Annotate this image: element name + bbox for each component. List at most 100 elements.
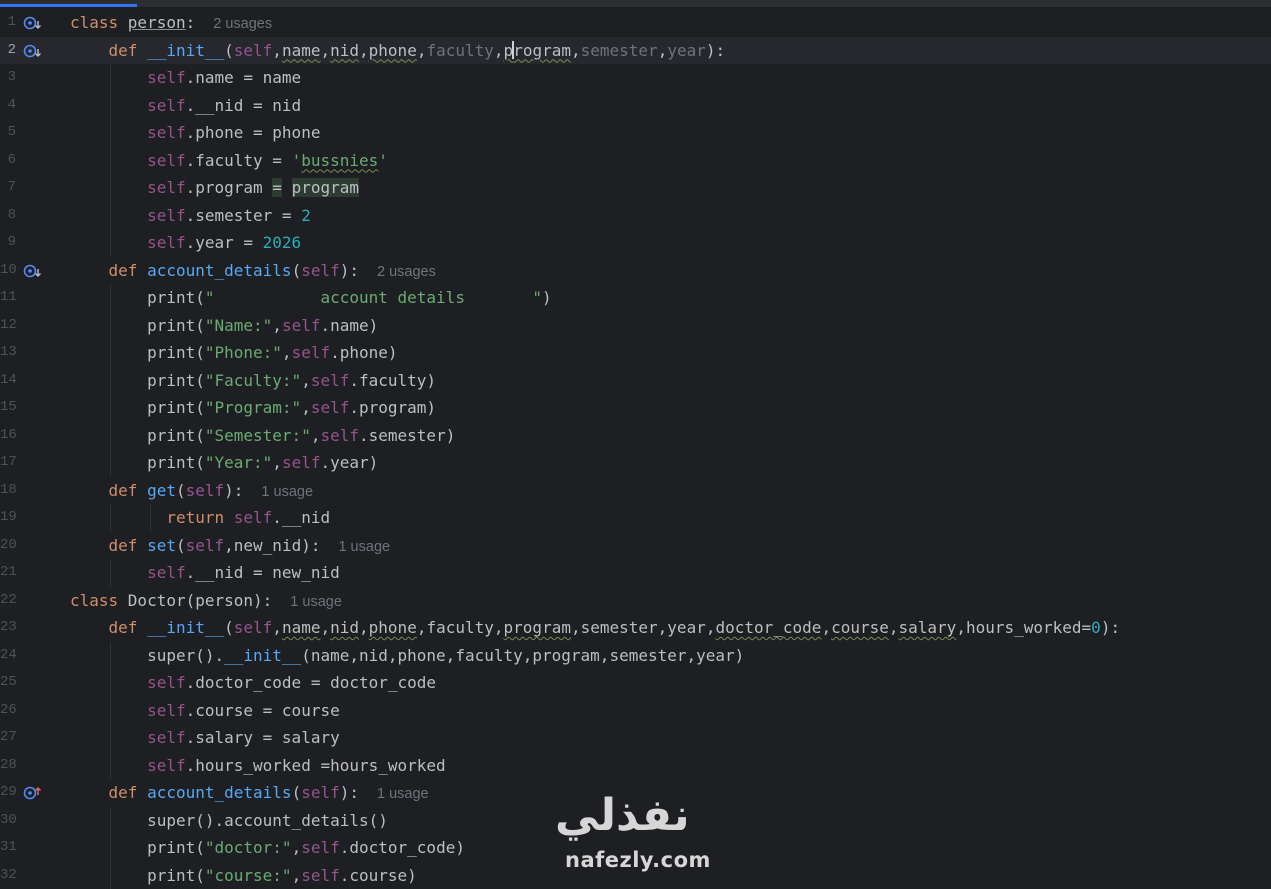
overridden-method-icon[interactable] xyxy=(23,15,41,31)
code-text[interactable]: self.program = program xyxy=(70,174,359,202)
code-token: phone xyxy=(369,618,417,637)
usages-hint[interactable]: 2 usages xyxy=(195,16,272,32)
code-text[interactable]: print(" account details ") xyxy=(70,284,552,312)
code-line[interactable]: 17 print("Year:",self.year) xyxy=(0,449,1271,477)
code-text[interactable]: def account_details(self):2 usages xyxy=(70,257,436,287)
code-line[interactable]: 5 self.phone = phone xyxy=(0,119,1271,147)
code-text[interactable]: self.year = 2026 xyxy=(70,229,301,257)
code-token: , xyxy=(658,41,668,60)
code-token xyxy=(70,398,147,417)
code-text[interactable]: self.__nid = nid xyxy=(70,92,301,120)
code-line[interactable]: 18 def get(self):1 usage xyxy=(0,477,1271,505)
code-text[interactable]: self.salary = salary xyxy=(70,724,340,752)
code-text[interactable]: print("Year:",self.year) xyxy=(70,449,378,477)
code-text[interactable]: print("doctor:",self.doctor_code) xyxy=(70,834,465,862)
code-text[interactable]: print("Semester:",self.semester) xyxy=(70,422,455,450)
code-line[interactable]: 11 print(" account details ") xyxy=(0,284,1271,312)
code-line[interactable]: 14 print("Faculty:",self.faculty) xyxy=(0,367,1271,395)
code-text[interactable]: print("Name:",self.name) xyxy=(70,312,378,340)
code-text[interactable]: self.doctor_code = doctor_code xyxy=(70,669,436,697)
code-line[interactable]: 2 def __init__(self,name,nid,phone,facul… xyxy=(0,37,1271,65)
code-line[interactable]: 6 self.faculty = 'bussnies' xyxy=(0,147,1271,175)
overridden-method-icon[interactable] xyxy=(23,263,41,279)
code-line[interactable]: 12 print("Name:",self.name) xyxy=(0,312,1271,340)
code-token: , xyxy=(292,838,302,857)
code-token xyxy=(70,288,147,307)
code-token: .__nid = new_nid xyxy=(186,563,340,582)
code-token xyxy=(70,701,147,720)
code-token: "Year:" xyxy=(205,453,272,472)
code-text[interactable]: print("Phone:",self.phone) xyxy=(70,339,398,367)
code-line[interactable]: 19 return self.__nid xyxy=(0,504,1271,532)
code-line[interactable]: 13 print("Phone:",self.phone) xyxy=(0,339,1271,367)
code-text[interactable]: return self.__nid xyxy=(70,504,330,532)
overridden-method-icon[interactable] xyxy=(23,43,41,59)
code-text[interactable]: self.faculty = 'bussnies' xyxy=(70,147,388,175)
code-line[interactable]: 8 self.semester = 2 xyxy=(0,202,1271,230)
code-text[interactable]: def get(self):1 usage xyxy=(70,477,313,507)
code-line[interactable]: 24 super().__init__(name,nid,phone,facul… xyxy=(0,642,1271,670)
code-token: name xyxy=(282,618,321,637)
code-line[interactable]: 21 self.__nid = new_nid xyxy=(0,559,1271,587)
code-text[interactable]: class Doctor(person):1 usage xyxy=(70,587,342,617)
code-text[interactable]: self.hours_worked =hours_worked xyxy=(70,752,446,780)
code-text[interactable]: def account_details(self):1 usage xyxy=(70,779,429,809)
code-token: "Faculty:" xyxy=(205,371,301,390)
usages-hint[interactable]: 1 usage xyxy=(272,594,342,610)
indent-guide xyxy=(110,202,111,230)
code-token xyxy=(70,343,147,362)
code-text[interactable]: def __init__(self,name,nid,phone,faculty… xyxy=(70,37,725,65)
code-token: .year) xyxy=(320,453,378,472)
code-line[interactable]: 7 self.program = program xyxy=(0,174,1271,202)
code-line[interactable]: 26 self.course = course xyxy=(0,697,1271,725)
code-text[interactable]: self.phone = phone xyxy=(70,119,320,147)
code-text[interactable]: print("Program:",self.program) xyxy=(70,394,436,422)
code-token: "doctor:" xyxy=(205,838,292,857)
code-token: .__nid = nid xyxy=(186,96,302,115)
line-number: 21 xyxy=(0,559,16,587)
code-text[interactable]: class person:2 usages xyxy=(70,9,272,39)
line-number: 16 xyxy=(0,422,16,450)
code-token: .semester) xyxy=(359,426,455,445)
watermark-url: nafezly.com xyxy=(565,848,711,872)
code-line[interactable]: 20 def set(self,new_nid):1 usage xyxy=(0,532,1271,560)
usages-hint[interactable]: 2 usages xyxy=(359,264,436,280)
code-token: __init__ xyxy=(147,618,224,637)
code-line[interactable]: 28 self.hours_worked =hours_worked xyxy=(0,752,1271,780)
code-line[interactable]: 4 self.__nid = nid xyxy=(0,92,1271,120)
code-line[interactable]: 16 print("Semester:",self.semester) xyxy=(0,422,1271,450)
code-line[interactable]: 9 self.year = 2026 xyxy=(0,229,1271,257)
code-line[interactable]: 3 self.name = name xyxy=(0,64,1271,92)
code-editor[interactable]: 1class person:2 usages2 def __init__(sel… xyxy=(0,9,1271,889)
code-line[interactable]: 22class Doctor(person):1 usage xyxy=(0,587,1271,615)
code-text[interactable]: self.semester = 2 xyxy=(70,202,311,230)
code-token: , xyxy=(301,371,311,390)
code-token: class xyxy=(70,591,128,610)
code-token: phone xyxy=(369,41,417,60)
code-line[interactable]: 10 def account_details(self):2 usages xyxy=(0,257,1271,285)
code-line[interactable]: 27 self.salary = salary xyxy=(0,724,1271,752)
code-text[interactable]: print("course:",self.course) xyxy=(70,862,417,889)
code-text[interactable]: super().__init__(name,nid,phone,faculty,… xyxy=(70,642,744,670)
line-number: 1 xyxy=(0,9,16,37)
code-token: self xyxy=(186,536,225,555)
code-line[interactable]: 23 def __init__(self,name,nid,phone,facu… xyxy=(0,614,1271,642)
indent-guide xyxy=(110,807,111,835)
code-text[interactable]: self.name = name xyxy=(70,64,301,92)
code-text[interactable]: super().account_details() xyxy=(70,807,388,835)
code-text[interactable]: self.__nid = new_nid xyxy=(70,559,340,587)
code-line[interactable]: 1 class person:2 usages xyxy=(0,9,1271,37)
indent-guide xyxy=(110,312,111,340)
code-text[interactable]: def set(self,new_nid):1 usage xyxy=(70,532,390,562)
code-line[interactable]: 15 print("Program:",self.program) xyxy=(0,394,1271,422)
code-text[interactable]: def __init__(self,name,nid,phone,faculty… xyxy=(70,614,1120,642)
code-text[interactable]: print("Faculty:",self.faculty) xyxy=(70,367,436,395)
usages-hint[interactable]: 1 usage xyxy=(359,786,429,802)
code-token: print( xyxy=(147,453,205,472)
code-line[interactable]: 25 self.doctor_code = doctor_code xyxy=(0,669,1271,697)
overrides-method-icon[interactable] xyxy=(23,785,41,801)
usages-hint[interactable]: 1 usage xyxy=(320,539,390,555)
code-text[interactable]: self.course = course xyxy=(70,697,340,725)
usages-hint[interactable]: 1 usage xyxy=(243,484,313,500)
line-number: 3 xyxy=(0,64,16,92)
